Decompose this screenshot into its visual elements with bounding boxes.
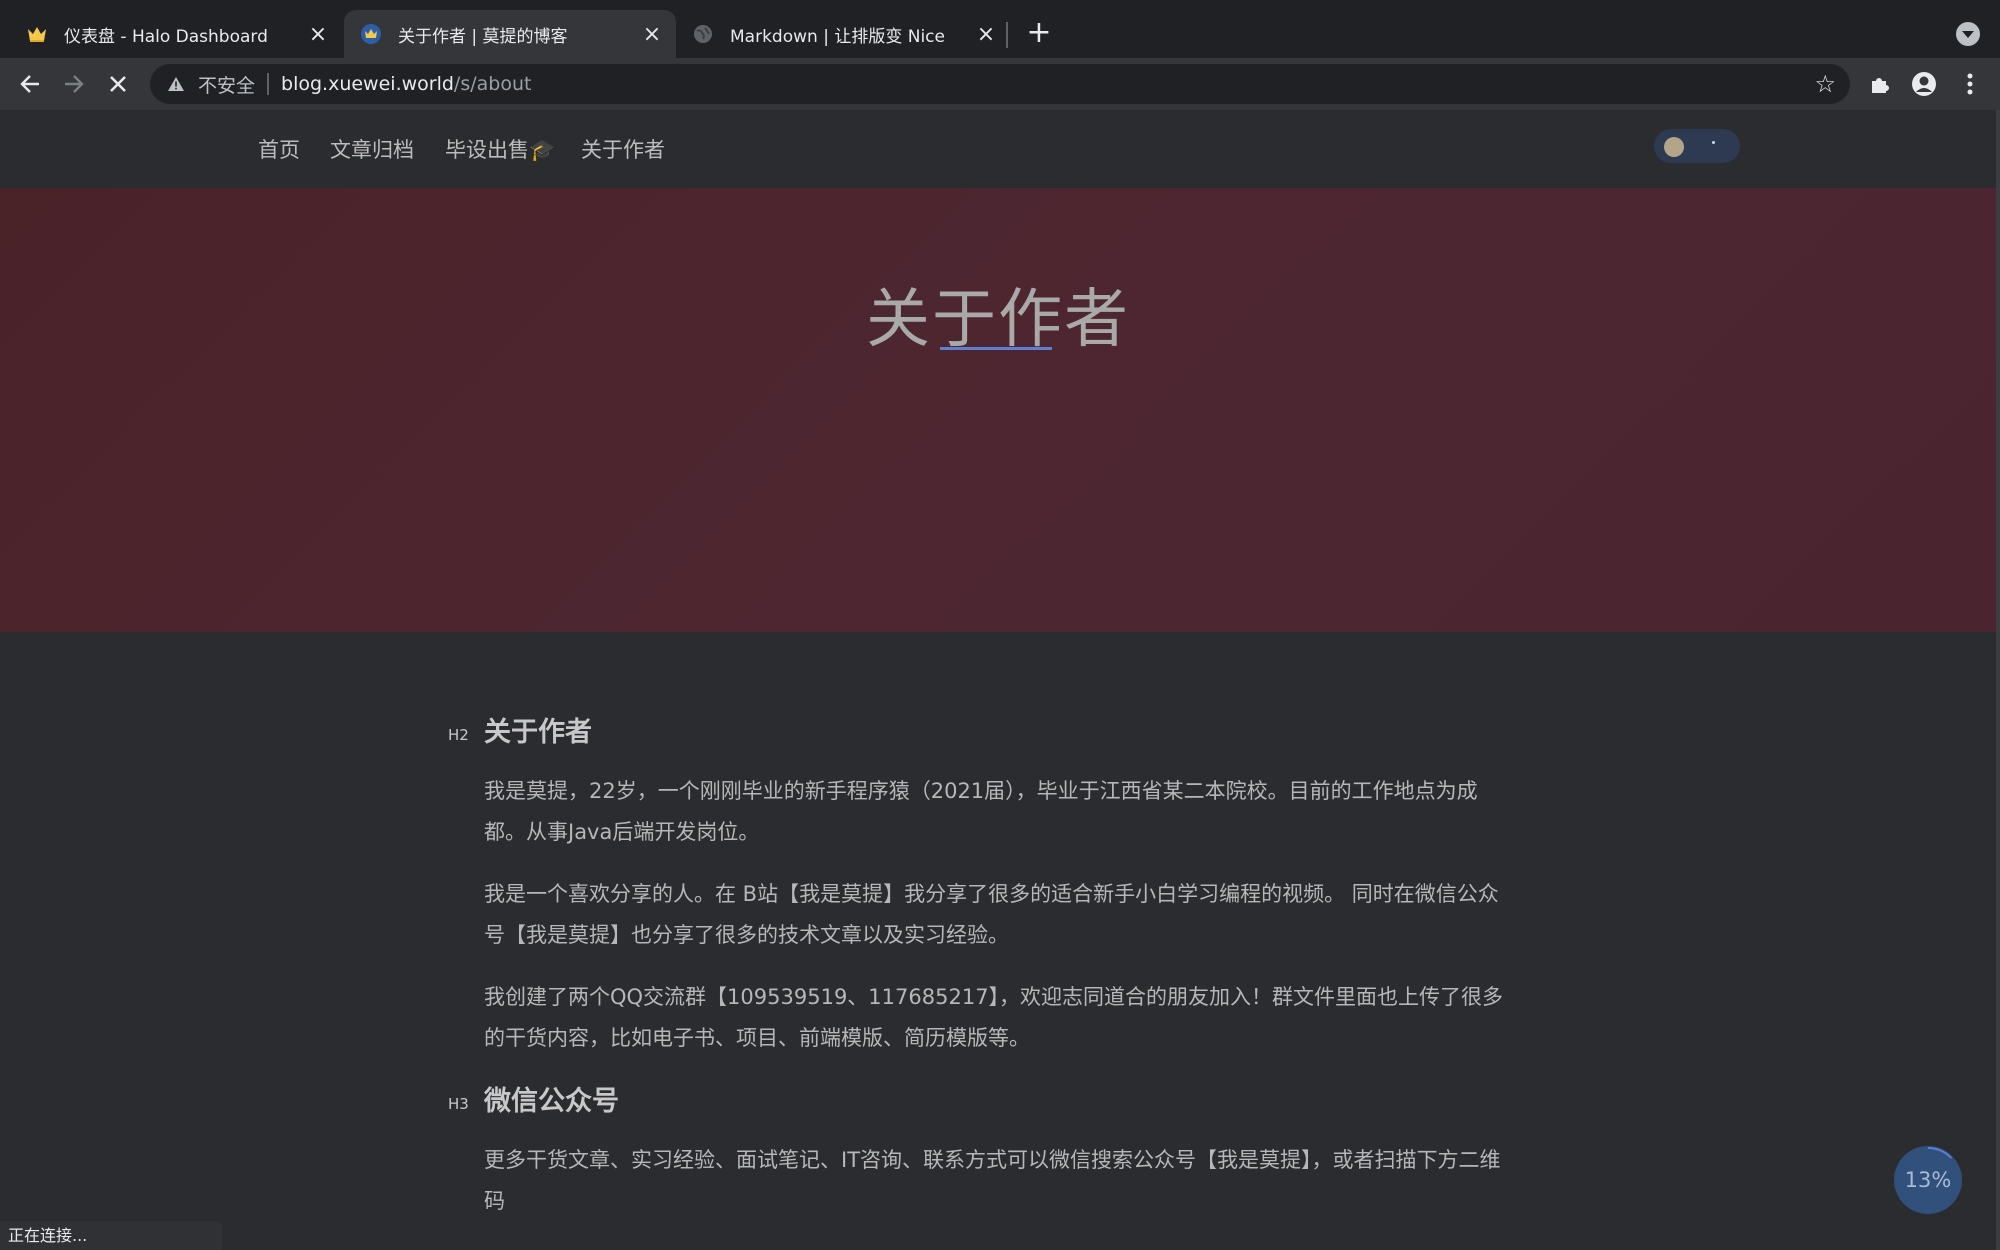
theme-toggle[interactable] bbox=[1654, 129, 1740, 163]
tab-title: 关于作者 | 莫提的博客 bbox=[398, 26, 568, 47]
security-label[interactable]: 不安全 bbox=[198, 71, 255, 98]
browser-toolbar: 不安全 blog.xuewei.world/s/about ☆ bbox=[0, 58, 2000, 110]
nav-about[interactable]: 关于作者 bbox=[581, 134, 665, 164]
moon-icon bbox=[1664, 137, 1684, 157]
heading-level: H2 bbox=[448, 726, 469, 744]
profile-avatar-icon[interactable] bbox=[1906, 66, 1942, 102]
new-tab-button[interactable]: + bbox=[1024, 18, 1054, 48]
article-content: H2 关于作者 我是莫提，22岁，一个刚刚毕业的新手程序猿（2021届），毕业于… bbox=[448, 710, 1508, 1242]
tab-separator bbox=[1006, 22, 1008, 48]
crown-icon bbox=[360, 23, 382, 45]
section-heading: H3 微信公众号 bbox=[448, 1079, 1508, 1119]
forward-button[interactable] bbox=[56, 66, 92, 102]
status-bar: 正在连接... bbox=[0, 1221, 222, 1250]
paragraph: 我是莫提，22岁，一个刚刚毕业的新手程序猿（2021届），毕业于江西省某二本院校… bbox=[484, 779, 1478, 844]
close-tab-icon[interactable]: × bbox=[304, 20, 332, 48]
paragraph: 更多干货文章、实习经验、面试笔记、IT咨询、联系方式可以微信搜索公众号【我是莫提… bbox=[484, 1148, 1501, 1213]
tab-search-icon[interactable] bbox=[1956, 22, 1980, 46]
nav-home[interactable]: 首页 bbox=[258, 134, 300, 164]
tab-title: 仪表盘 - Halo Dashboard bbox=[64, 26, 268, 47]
tab-strip: 仪表盘 - Halo Dashboard × 关于作者 | 莫提的博客 × Ma… bbox=[0, 0, 2000, 58]
hero-banner: 关于作者 bbox=[0, 188, 1996, 632]
tab-markdown-nice[interactable]: Markdown | 让排版变 Nice × bbox=[678, 10, 1010, 58]
globe-icon bbox=[692, 23, 714, 45]
close-tab-icon[interactable]: × bbox=[638, 20, 666, 48]
section-heading: H2 关于作者 bbox=[448, 710, 1508, 750]
url-host: blog.xuewei.world bbox=[281, 73, 454, 95]
paragraph: 我是一个喜欢分享的人。在 B站【我是莫提】我分享了很多的适合新手小白学习编程的视… bbox=[484, 882, 1499, 947]
heading-level: H3 bbox=[448, 1095, 469, 1113]
crown-icon bbox=[26, 23, 48, 45]
star-dot bbox=[1712, 141, 1715, 144]
site-navbar: 首页 文章归档 毕设出售🎓 关于作者 bbox=[0, 110, 1996, 188]
extensions-icon[interactable] bbox=[1862, 66, 1898, 102]
omnibox-divider bbox=[267, 73, 270, 95]
tab-halo-dashboard[interactable]: 仪表盘 - Halo Dashboard × bbox=[0, 10, 342, 58]
stop-loading-button[interactable] bbox=[100, 66, 136, 102]
menu-kebab-icon[interactable] bbox=[1952, 66, 1988, 102]
paragraph: 我创建了两个QQ交流群【109539519、117685217】，欢迎志同道合的… bbox=[484, 985, 1504, 1050]
heading-text: 微信公众号 bbox=[484, 1086, 619, 1117]
title-underline bbox=[940, 347, 1052, 350]
nav-archive[interactable]: 文章归档 bbox=[330, 134, 414, 164]
heading-text: 关于作者 bbox=[484, 717, 592, 748]
web-page: 首页 文章归档 毕设出售🎓 关于作者 关于作者 H2 关于作者 我是莫提，22岁… bbox=[0, 110, 1996, 1250]
address-bar[interactable]: 不安全 blog.xuewei.world/s/about ☆ bbox=[150, 64, 1850, 104]
nav-thesis-sale[interactable]: 毕设出售🎓 bbox=[445, 134, 555, 164]
close-tab-icon[interactable]: × bbox=[972, 20, 1000, 48]
bookmark-star-icon[interactable]: ☆ bbox=[1814, 70, 1836, 98]
page-scrollbar[interactable] bbox=[1996, 110, 2000, 1250]
url-path: /s/about bbox=[453, 73, 532, 95]
tab-title: Markdown | 让排版变 Nice bbox=[730, 26, 945, 47]
warning-icon[interactable] bbox=[166, 74, 186, 94]
back-button[interactable] bbox=[12, 66, 48, 102]
tab-about-author[interactable]: 关于作者 | 莫提的博客 × bbox=[344, 10, 676, 58]
progress-ring bbox=[1895, 1147, 1961, 1213]
